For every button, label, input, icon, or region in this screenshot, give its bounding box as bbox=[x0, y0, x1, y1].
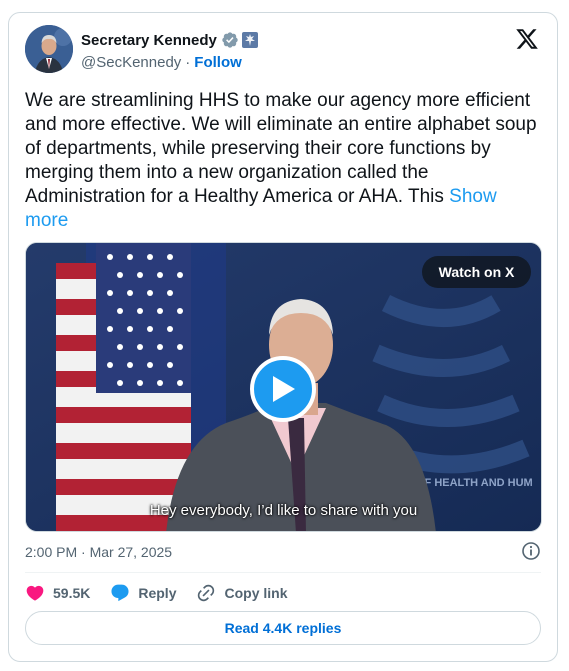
info-icon[interactable] bbox=[521, 541, 541, 561]
video-subtitle: Hey everybody, I’d like to share with yo… bbox=[149, 502, 418, 519]
government-affiliation-icon[interactable] bbox=[241, 32, 258, 48]
copy-link-button[interactable]: Copy link bbox=[196, 583, 288, 603]
read-replies-button[interactable]: Read 4.4K replies bbox=[25, 611, 541, 645]
reply-bubble-icon bbox=[111, 584, 129, 602]
copy-link-label: Copy link bbox=[224, 585, 288, 601]
tweet-card: Secretary Kennedy @SecKennedy · Follow W… bbox=[8, 12, 558, 662]
tweet-text: We are streamlining HHS to make our agen… bbox=[25, 89, 545, 233]
display-name[interactable]: Secretary Kennedy bbox=[81, 32, 217, 49]
tweet-header: Secretary Kennedy @SecKennedy · Follow bbox=[25, 25, 541, 75]
handle[interactable]: @SecKennedy bbox=[81, 54, 181, 71]
avatar[interactable] bbox=[25, 25, 73, 73]
heart-icon bbox=[26, 585, 44, 601]
video-player[interactable]: OF HEALTH AND HUM Watch on X Hey everybo… bbox=[25, 242, 542, 532]
separator-dot: · bbox=[185, 53, 191, 71]
x-logo-icon[interactable] bbox=[515, 27, 539, 51]
divider bbox=[25, 572, 541, 573]
author-names: Secretary Kennedy @SecKennedy · Follow bbox=[81, 30, 258, 72]
link-icon bbox=[198, 584, 215, 602]
reply-label: Reply bbox=[138, 585, 177, 601]
tweet-timestamp[interactable]: 2:00 PM · Mar 27, 2025 bbox=[25, 544, 172, 560]
likes-count: 59.5K bbox=[53, 585, 91, 601]
action-bar: 59.5K Reply Copy link bbox=[25, 581, 308, 605]
play-icon bbox=[273, 376, 295, 402]
watch-on-x-button[interactable]: Watch on X bbox=[422, 256, 531, 288]
background-text: OF HEALTH AND HUM bbox=[416, 477, 533, 489]
like-button[interactable]: 59.5K bbox=[25, 583, 90, 603]
reply-button[interactable]: Reply bbox=[110, 583, 176, 603]
verified-badge-icon bbox=[222, 32, 238, 48]
follow-link[interactable]: Follow bbox=[194, 54, 242, 71]
play-button[interactable] bbox=[250, 356, 316, 422]
